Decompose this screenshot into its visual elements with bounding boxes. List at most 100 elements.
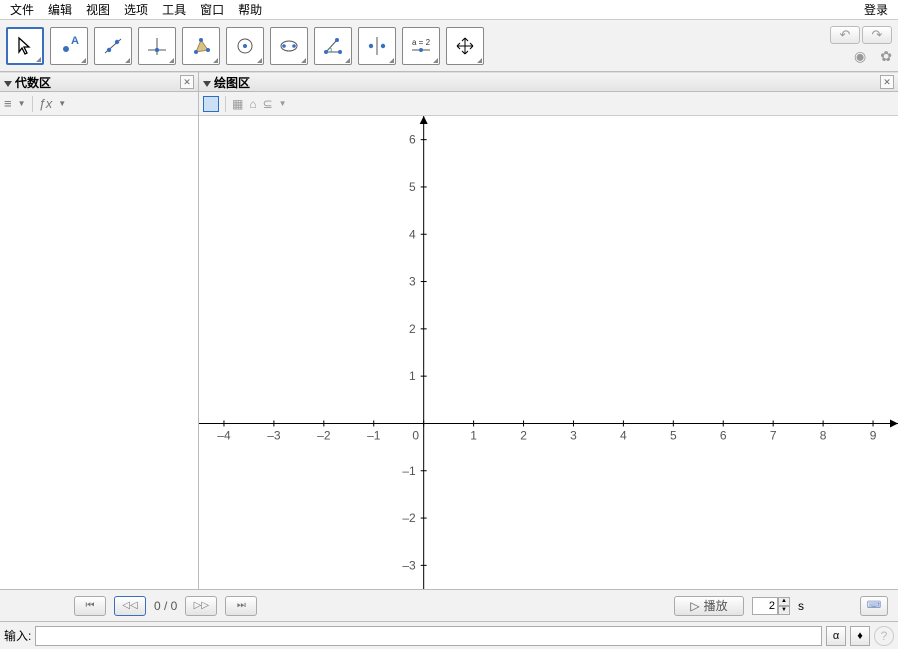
svg-text:1: 1 (409, 369, 416, 383)
svg-text:–1: –1 (402, 464, 416, 478)
tool-move-view[interactable] (446, 27, 484, 65)
speed-input[interactable] (752, 597, 778, 615)
forward-icon: ▷▷ (194, 600, 209, 611)
sort-icon[interactable]: ≡ (4, 96, 12, 111)
snap-dropdown-icon[interactable]: ▼ (279, 99, 287, 108)
grid-icon[interactable]: ▦ (232, 97, 243, 111)
slider-icon: a = 2 (408, 35, 434, 57)
tool-perpendicular[interactable] (138, 27, 176, 65)
speed-down-button[interactable]: ▼ (778, 606, 790, 615)
step-counter: 0 / 0 (154, 599, 177, 613)
undo-redo-group: ↶ ↷ (830, 26, 892, 44)
svg-text:2: 2 (409, 322, 416, 336)
preferences-icon[interactable]: ◉ (854, 48, 866, 65)
sort-dropdown-icon[interactable]: ▼ (18, 99, 26, 108)
speed-spinner: ▲ ▼ (752, 597, 790, 615)
redo-button[interactable]: ↷ (862, 26, 892, 44)
virtual-keyboard-button[interactable]: ⌨ (860, 596, 888, 616)
next-step-button[interactable]: ▷▷ (185, 596, 217, 616)
command-input[interactable] (35, 626, 822, 646)
svg-text:2: 2 (520, 428, 527, 442)
login-link[interactable]: 登录 (858, 0, 894, 19)
circle-icon (234, 35, 256, 57)
tool-angle[interactable] (314, 27, 352, 65)
help-icon: ? (881, 629, 888, 643)
play-icon: ▷ (690, 599, 699, 613)
axes-toggle-icon[interactable] (203, 96, 219, 112)
tool-slider[interactable]: a = 2 (402, 27, 440, 65)
speed-unit-label: s (798, 599, 804, 613)
svg-text:7: 7 (770, 428, 777, 442)
tool-circle[interactable] (226, 27, 264, 65)
menu-view[interactable]: 视图 (80, 0, 116, 19)
snap-icon[interactable]: ⊆ (263, 97, 273, 111)
tool-move[interactable] (6, 27, 44, 65)
svg-text:–3: –3 (402, 558, 416, 572)
fx-dropdown-icon[interactable]: ▼ (58, 99, 66, 108)
algebra-header[interactable]: 代数区 ✕ (0, 72, 198, 92)
step-controls: ⏮ ◁◁ 0 / 0 ▷▷ ⏭ (74, 596, 257, 616)
tool-conic[interactable] (270, 27, 308, 65)
graphics-close-button[interactable]: ✕ (880, 75, 894, 89)
svg-text:4: 4 (409, 227, 416, 241)
algebra-toolbar: ≡ ▼ ƒx ▼ (0, 92, 198, 116)
svg-text:5: 5 (670, 428, 677, 442)
svg-text:–1: –1 (367, 428, 381, 442)
ellipse-icon (278, 35, 300, 57)
algebra-panel: 代数区 ✕ ≡ ▼ ƒx ▼ (0, 72, 199, 589)
svg-text:4: 4 (620, 428, 627, 442)
perpendicular-icon (146, 35, 168, 57)
play-button[interactable]: ▷ 播放 (674, 596, 744, 616)
menu-tools[interactable]: 工具 (156, 0, 192, 19)
graphics-panel: 绘图区 ✕ ▦ ⌂ ⊆ ▼ –4–3–2–10123456789–3–2–112… (199, 72, 898, 589)
input-help-button[interactable]: ? (874, 626, 894, 646)
input-history-button[interactable]: ♦ (850, 626, 870, 646)
menu-file[interactable]: 文件 (4, 0, 40, 19)
graphics-canvas[interactable]: –4–3–2–10123456789–3–2–1123456 (199, 116, 898, 589)
line-icon (102, 35, 124, 57)
redo-icon: ↷ (872, 27, 883, 43)
small-icons: ◉ ✿ (854, 48, 892, 65)
angle-icon (322, 35, 344, 57)
input-bar: 输入: α ♦ ? (0, 621, 898, 649)
skip-end-icon: ⏭ (237, 600, 246, 611)
play-controls: ▷ 播放 ▲ ▼ s (674, 596, 804, 616)
svg-text:A: A (71, 35, 79, 47)
settings-gear-icon[interactable]: ✿ (880, 48, 892, 65)
svg-text:–2: –2 (317, 428, 331, 442)
updown-icon: ♦ (857, 630, 863, 642)
polygon-icon (190, 35, 212, 57)
speed-up-button[interactable]: ▲ (778, 597, 790, 606)
menu-edit[interactable]: 编辑 (42, 0, 78, 19)
point-icon: A (58, 35, 80, 57)
prev-step-button[interactable]: ◁◁ (114, 596, 146, 616)
graphics-header[interactable]: 绘图区 ✕ (199, 72, 898, 92)
undo-button[interactable]: ↶ (830, 26, 860, 44)
menubar: 文件 编辑 视图 选项 工具 窗口 帮助 登录 (0, 0, 898, 20)
last-step-button[interactable]: ⏭ (225, 596, 257, 616)
home-icon[interactable]: ⌂ (249, 97, 256, 111)
menu-help[interactable]: 帮助 (232, 0, 268, 19)
svg-text:–2: –2 (402, 511, 416, 525)
alpha-button[interactable]: α (826, 626, 846, 646)
svg-text:6: 6 (720, 428, 727, 442)
keyboard-icon: ⌨ (867, 600, 881, 611)
fx-icon[interactable]: ƒx (39, 96, 53, 111)
menu-options[interactable]: 选项 (118, 0, 154, 19)
collapse-triangle-icon (4, 81, 12, 87)
construction-nav-bar: ⏮ ◁◁ 0 / 0 ▷▷ ⏭ ▷ 播放 ▲ ▼ s ⌨ (0, 589, 898, 621)
toolbar-right: ↶ ↷ ◉ ✿ (830, 26, 892, 65)
toolbar: A a = 2 ↶ ↷ (0, 20, 898, 72)
algebra-close-button[interactable]: ✕ (180, 75, 194, 89)
collapse-triangle-icon (203, 81, 211, 87)
play-label: 播放 (704, 597, 728, 614)
menu-window[interactable]: 窗口 (194, 0, 230, 19)
tool-polygon[interactable] (182, 27, 220, 65)
first-step-button[interactable]: ⏮ (74, 596, 106, 616)
tool-reflect[interactable] (358, 27, 396, 65)
tool-point[interactable]: A (50, 27, 88, 65)
rewind-icon: ◁◁ (122, 600, 137, 611)
move-view-icon (454, 35, 476, 57)
svg-text:6: 6 (409, 133, 416, 147)
tool-line[interactable] (94, 27, 132, 65)
